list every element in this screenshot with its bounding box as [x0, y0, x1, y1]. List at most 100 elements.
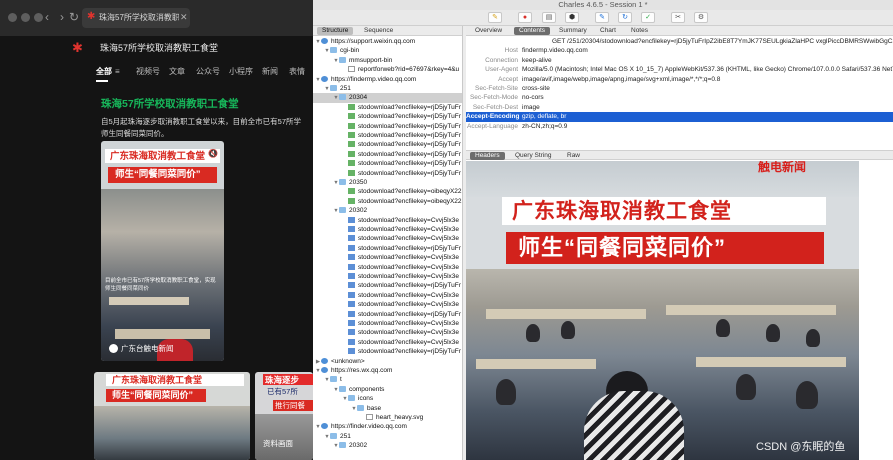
tree-row[interactable]: ▼ icons: [313, 394, 462, 403]
header-row[interactable]: Sec-Fetch-Dest image: [466, 103, 893, 112]
tree-row[interactable]: stodownload?encfilekey=Cvvj5lx3e: [313, 225, 462, 234]
header-row[interactable]: Accept image/avif,image/webp,image/apng,i…: [466, 75, 893, 84]
tree-row[interactable]: stodownload?encfilekey=rjD5jyTuFr: [313, 122, 462, 131]
tree-row[interactable]: ▼ https://support.weixin.qq.com: [313, 37, 462, 46]
tree-row[interactable]: heart_heavy.svg: [313, 413, 462, 422]
tree-row[interactable]: ▼ 20304: [313, 93, 462, 103]
tree-row[interactable]: ▼ t: [313, 375, 462, 384]
tree-row[interactable]: stodownload?encfilekey=Cvvj5lx3e: [313, 300, 462, 309]
tree-row[interactable]: ▶ <unknown>: [313, 357, 462, 366]
disclosure-triangle-icon[interactable]: ▶: [315, 358, 321, 366]
tab-notes[interactable]: Notes: [626, 27, 653, 35]
tab-overview[interactable]: Overview: [470, 27, 507, 35]
header-row[interactable]: Connection keep-alive: [466, 56, 893, 65]
tree-row-label: https://support.weixin.qq.com: [331, 38, 416, 45]
tab-raw[interactable]: Raw: [562, 152, 585, 160]
video-thumbnail-main[interactable]: 广东珠海取消教工食堂 师生“同餐同菜同价” 🔇 目前全市已有57所学校取消教职工…: [101, 141, 224, 361]
tree-row[interactable]: ▼ cgi-bin: [313, 46, 462, 55]
compose-icon[interactable]: ✎: [595, 12, 609, 23]
filter-stickers[interactable]: 表情: [289, 66, 305, 78]
breakpoint-icon[interactable]: ⬢: [565, 12, 579, 23]
settings-icon[interactable]: ⚙: [694, 12, 708, 23]
record-icon[interactable]: ●: [518, 12, 532, 23]
tree-row[interactable]: reportforweb?rid=67697&rkey=4&u: [313, 65, 462, 74]
header-row[interactable]: Accept-Language zh-CN,zh;q=0.9: [466, 122, 893, 131]
tab-summary[interactable]: Summary: [554, 27, 592, 35]
tab-chart[interactable]: Chart: [595, 27, 621, 35]
window-close-button[interactable]: [8, 13, 17, 22]
tree-row[interactable]: ▼ https://findermp.video.qq.com: [313, 75, 462, 84]
article-title[interactable]: 珠海57所学校取消教职工食堂: [101, 97, 239, 111]
tree-row[interactable]: ▼ 20302: [313, 206, 462, 215]
header-row[interactable]: Accept-Encoding gzip, deflate, br: [466, 112, 893, 122]
video-thumbnail-3[interactable]: 珠海逐步 已有57所 推行同餐 资料画面: [255, 372, 313, 460]
tab-contents[interactable]: Contents: [514, 27, 551, 35]
tree-row[interactable]: stodownload?encfilekey=rjD5jyTuFr: [313, 310, 462, 319]
header-row[interactable]: Sec-Fetch-Mode no-cors: [466, 93, 893, 102]
tab-close-icon[interactable]: ✕: [180, 11, 188, 23]
header-row[interactable]: User-Agent Mozilla/5.0 (Macintosh; Intel …: [466, 65, 893, 74]
tree-row[interactable]: ▼ components: [313, 385, 462, 394]
tree-row[interactable]: ▼ mmsupport-bin: [313, 56, 462, 65]
tab-query-string[interactable]: Query String: [510, 152, 557, 160]
tree-row[interactable]: stodownload?encfilekey=Cvvj5lx3e: [313, 272, 462, 281]
tree-row[interactable]: ▼ 251: [313, 84, 462, 93]
filter-official-accounts[interactable]: 公众号: [196, 66, 220, 78]
filter-all[interactable]: 全部: [96, 66, 112, 78]
tree-row[interactable]: ▼ base: [313, 404, 462, 413]
disclosure-triangle-icon[interactable]: ▼: [315, 38, 321, 46]
tab-headers[interactable]: Headers: [470, 152, 505, 160]
tree-row[interactable]: stodownload?encfilekey=rjD5jyTuFr: [313, 281, 462, 290]
filter-channels[interactable]: 视频号: [136, 66, 160, 78]
filter-news[interactable]: 新闻: [262, 66, 278, 78]
video-source: 广东台触电新闻: [109, 344, 174, 354]
tree-row[interactable]: ▼ 20302: [313, 441, 462, 450]
tab-sequence[interactable]: Sequence: [359, 27, 398, 35]
video-banner-line2: 师生“同餐同菜同价”: [112, 390, 194, 400]
reload-button[interactable]: ↻: [66, 9, 82, 25]
tab-structure[interactable]: Structure: [317, 27, 354, 35]
tree-row[interactable]: ▼ https://finder.video.qq.com: [313, 422, 462, 431]
tree-row[interactable]: stodownload?encfilekey=rjD5jyTuFr: [313, 159, 462, 168]
tree-row[interactable]: stodownload?encfilekey=Cvvj5lx3e: [313, 263, 462, 272]
header-row[interactable]: Sec-Fetch-Site cross-site: [466, 84, 893, 93]
tree-row[interactable]: ▼ 20350: [313, 178, 462, 187]
video-thumbnail-2[interactable]: 广东珠海取消教工食堂 师生“同餐同菜同价”: [94, 372, 250, 460]
tree-row[interactable]: stodownload?encfilekey=rjD5jyTuFr: [313, 347, 462, 356]
tools-icon[interactable]: ✂: [671, 12, 685, 23]
tree-row[interactable]: stodownload?encfilekey=oibeqyX22: [313, 187, 462, 196]
tree-row[interactable]: ▼ 251: [313, 432, 462, 441]
browser-tab[interactable]: ✱ 珠海57所学校取消教职工食堂 ✕: [82, 8, 190, 28]
tree-row[interactable]: stodownload?encfilekey=Cvvj5lx3e: [313, 234, 462, 243]
tree-row[interactable]: stodownload?encfilekey=rjD5jyTuFr: [313, 112, 462, 121]
tree-row[interactable]: stodownload?encfilekey=rjD5jyTuFr: [313, 169, 462, 178]
tree-row[interactable]: stodownload?encfilekey=rjD5jyTuFr: [313, 150, 462, 159]
validate-icon[interactable]: ✓: [641, 12, 655, 23]
request-line-row[interactable]: GET /251/20304/stodownload?encfilekey=rj…: [466, 37, 893, 46]
filter-articles[interactable]: 文章: [169, 66, 185, 78]
disclosure-triangle-icon[interactable]: ▼: [315, 367, 321, 375]
window-minimize-button[interactable]: [21, 13, 30, 22]
throttle-icon[interactable]: ▤: [542, 12, 556, 23]
disclosure-triangle-icon[interactable]: ▼: [315, 76, 321, 84]
tree-row[interactable]: stodownload?encfilekey=Cvvj5lx3e: [313, 338, 462, 347]
header-row[interactable]: Host findermp.video.qq.com: [466, 46, 893, 55]
back-button[interactable]: ‹: [39, 9, 55, 25]
tree-row[interactable]: stodownload?encfilekey=rjD5jyTuFr: [313, 140, 462, 149]
tree-row[interactable]: stodownload?encfilekey=Cvvj5lx3e: [313, 291, 462, 300]
broom-icon[interactable]: ✎: [488, 12, 502, 23]
tree-row[interactable]: stodownload?encfilekey=rjD5jyTuFr: [313, 103, 462, 112]
repeat-icon[interactable]: ↻: [618, 12, 632, 23]
tree-row[interactable]: ▼ https://res.wx.qq.com: [313, 366, 462, 375]
tree-row[interactable]: stodownload?encfilekey=oibeqyX22: [313, 197, 462, 206]
tree-row[interactable]: stodownload?encfilekey=Cvvj5lx3e: [313, 253, 462, 262]
tree-row[interactable]: stodownload?encfilekey=Cvvj5lx3e: [313, 319, 462, 328]
mute-icon[interactable]: 🔇: [208, 149, 220, 159]
tree-row[interactable]: stodownload?encfilekey=rjD5jyTuFr: [313, 244, 462, 253]
filter-menu-icon[interactable]: ≡: [115, 66, 120, 78]
tree-row[interactable]: stodownload?encfilekey=Cvvj5lx3e: [313, 328, 462, 337]
folder-icon: [339, 56, 346, 63]
tree-row[interactable]: stodownload?encfilekey=rjD5jyTuFr: [313, 131, 462, 140]
filter-mini-programs[interactable]: 小程序: [229, 66, 253, 78]
tree-row[interactable]: stodownload?encfilekey=Cvvj5lx3e: [313, 216, 462, 225]
